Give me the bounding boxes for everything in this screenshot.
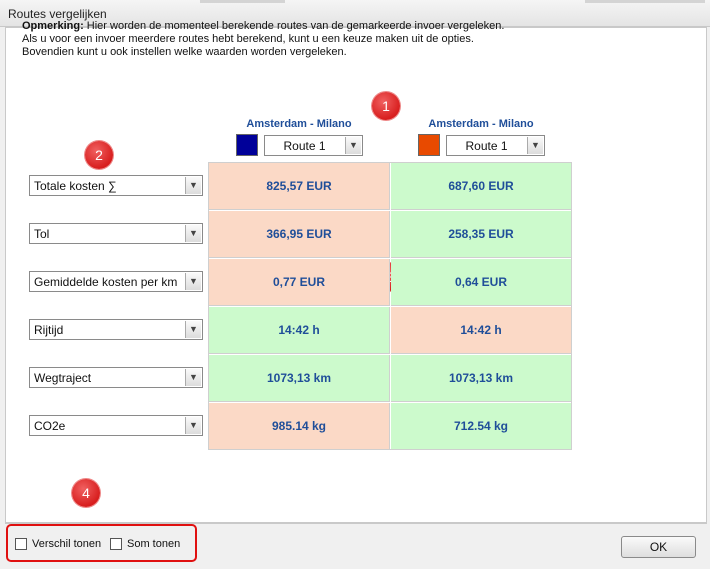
background-tab-strip bbox=[585, 0, 705, 3]
chevron-down-icon: ▼ bbox=[185, 321, 201, 338]
route-1-select[interactable]: Route 1 ▼ bbox=[264, 135, 363, 156]
criterion-select-2[interactable]: Tol ▼ bbox=[29, 223, 203, 244]
value-cell: 1073,13 km bbox=[391, 355, 572, 402]
value-cell: 258,35 EUR bbox=[391, 211, 572, 258]
chevron-down-icon: ▼ bbox=[185, 273, 201, 290]
background-tab-strip bbox=[200, 0, 285, 3]
show-sum-checkbox[interactable]: Som tonen bbox=[110, 538, 180, 550]
value-cell: 1073,13 km bbox=[209, 355, 390, 402]
criterion-select-6[interactable]: CO2e ▼ bbox=[29, 415, 203, 436]
checkbox-box[interactable] bbox=[15, 538, 27, 550]
chevron-down-icon: ▼ bbox=[345, 137, 361, 154]
value-cell: 0,77 EUR bbox=[209, 259, 390, 306]
criterion-value: Totale kosten ∑ bbox=[34, 179, 117, 193]
criterion-value: CO2e bbox=[34, 419, 66, 433]
callout-marker-1: 1 bbox=[372, 92, 400, 120]
show-difference-checkbox[interactable]: Verschil tonen bbox=[15, 538, 101, 550]
value-cell: 366,95 EUR bbox=[209, 211, 390, 258]
criterion-select-5[interactable]: Wegtraject ▼ bbox=[29, 367, 203, 388]
remark-line-3: Bovendien kunt u ook instellen welke waa… bbox=[22, 46, 347, 58]
value-cell: 825,57 EUR bbox=[209, 163, 390, 210]
criterion-value: Tol bbox=[34, 227, 50, 241]
route-2-selected-option: Route 1 bbox=[465, 139, 508, 153]
criterion-select-1[interactable]: Totale kosten ∑ ▼ bbox=[29, 175, 203, 196]
value-cell: 14:42 h bbox=[209, 307, 390, 354]
value-cell: 0,64 EUR bbox=[391, 259, 572, 306]
show-sum-label: Som tonen bbox=[127, 538, 181, 550]
chevron-down-icon: ▼ bbox=[185, 177, 201, 194]
value-cell: 14:42 h bbox=[391, 307, 572, 354]
criterion-value: Gemiddelde kosten per km bbox=[34, 275, 178, 289]
ok-button[interactable]: OK bbox=[621, 536, 696, 558]
show-difference-label: Verschil tonen bbox=[32, 538, 102, 550]
chevron-down-icon: ▼ bbox=[527, 137, 543, 154]
remark-line-2: Als u voor een invoer meerdere routes he… bbox=[22, 33, 474, 45]
route-1-selected-option: Route 1 bbox=[283, 139, 326, 153]
route-1-color-swatch[interactable] bbox=[236, 134, 258, 156]
value-cell: 712.54 kg bbox=[391, 403, 572, 450]
checkbox-box[interactable] bbox=[110, 538, 122, 550]
criterion-select-4[interactable]: Rijtijd ▼ bbox=[29, 319, 203, 340]
route-2-title: Amsterdam - Milano bbox=[428, 118, 534, 130]
route-2-select[interactable]: Route 1 ▼ bbox=[446, 135, 545, 156]
route-1-title: Amsterdam - Milano bbox=[246, 118, 352, 130]
criterion-value: Rijtijd bbox=[34, 323, 64, 337]
remark-line-1: Hier worden de momenteel berekende route… bbox=[83, 20, 505, 32]
route-2-color-swatch[interactable] bbox=[418, 134, 440, 156]
value-cell: 985.14 kg bbox=[209, 403, 390, 450]
callout-marker-4: 4 bbox=[72, 479, 100, 507]
window-title: Routes vergelijken bbox=[8, 7, 107, 21]
comparison-grid: 825,57 EUR 687,60 EUR 366,95 EUR 258,35 … bbox=[208, 162, 572, 450]
remark-label: Opmerking: bbox=[22, 20, 84, 32]
criterion-select-3[interactable]: Gemiddelde kosten per km ▼ bbox=[29, 271, 203, 292]
chevron-down-icon: ▼ bbox=[185, 225, 201, 242]
value-cell: 687,60 EUR bbox=[391, 163, 572, 210]
remark-text: Opmerking: Hier worden de momenteel bere… bbox=[22, 20, 582, 59]
criterion-value: Wegtraject bbox=[34, 371, 92, 385]
callout-marker-2: 2 bbox=[85, 141, 113, 169]
chevron-down-icon: ▼ bbox=[185, 417, 201, 434]
chevron-down-icon: ▼ bbox=[185, 369, 201, 386]
